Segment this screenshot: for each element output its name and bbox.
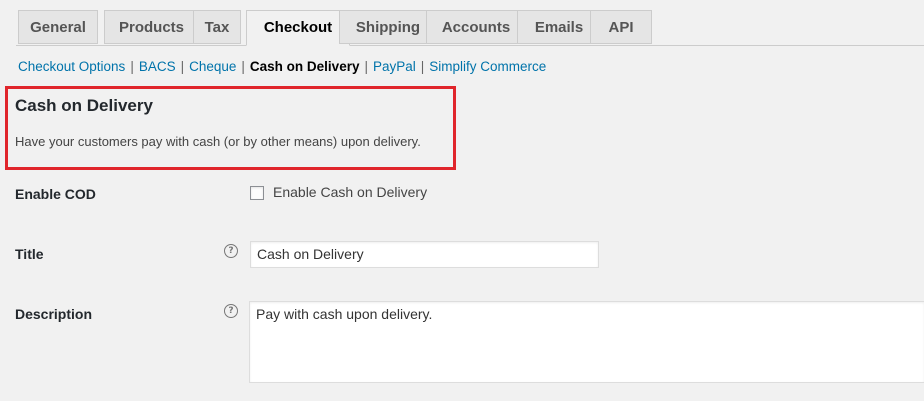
settings-tabs: General Products Tax Checkout Shipping A… [18, 10, 924, 46]
title-label: Title [15, 246, 44, 262]
subnav-bacs[interactable]: BACS [139, 59, 176, 74]
checkout-subnav: Checkout Options | BACS | Cheque | Cash on Del… [18, 58, 546, 76]
tab-products[interactable]: Products [104, 10, 199, 44]
subnav-separator: | [241, 59, 245, 74]
help-icon[interactable]: ? [224, 304, 238, 318]
subnav-separator: | [364, 59, 368, 74]
subnav-separator: | [130, 59, 134, 74]
enable-cod-label: Enable COD [15, 186, 96, 202]
subnav-simplify-commerce[interactable]: Simplify Commerce [429, 59, 546, 74]
subnav-cheque[interactable]: Cheque [189, 59, 236, 74]
subnav-checkout-options[interactable]: Checkout Options [18, 59, 125, 74]
enable-cod-checkbox[interactable] [250, 186, 264, 200]
description-textarea[interactable]: Pay with cash upon delivery. [249, 301, 924, 383]
subnav-cash-on-delivery: Cash on Delivery [249, 59, 360, 74]
subnav-paypal[interactable]: PayPal [373, 59, 416, 74]
tab-api[interactable]: API [590, 10, 652, 44]
tab-checkout[interactable]: Checkout [246, 10, 350, 46]
tab-emails[interactable]: Emails [517, 10, 601, 44]
section-description: Have your customers pay with cash (or by… [15, 134, 421, 149]
subnav-separator: | [420, 59, 425, 74]
tab-shipping[interactable]: Shipping [339, 10, 437, 44]
description-label: Description [15, 306, 93, 322]
title-input[interactable]: Cash on Delivery [250, 241, 599, 268]
help-icon[interactable]: ? [224, 244, 238, 258]
enable-cod-checkbox-label[interactable]: Enable Cash on Delivery [273, 184, 427, 200]
tab-general[interactable]: General [18, 10, 98, 44]
tab-accounts[interactable]: Accounts [426, 10, 526, 44]
tab-tax[interactable]: Tax [193, 10, 241, 44]
subnav-separator: | [180, 59, 185, 74]
section-title: Cash on Delivery [15, 96, 153, 115]
